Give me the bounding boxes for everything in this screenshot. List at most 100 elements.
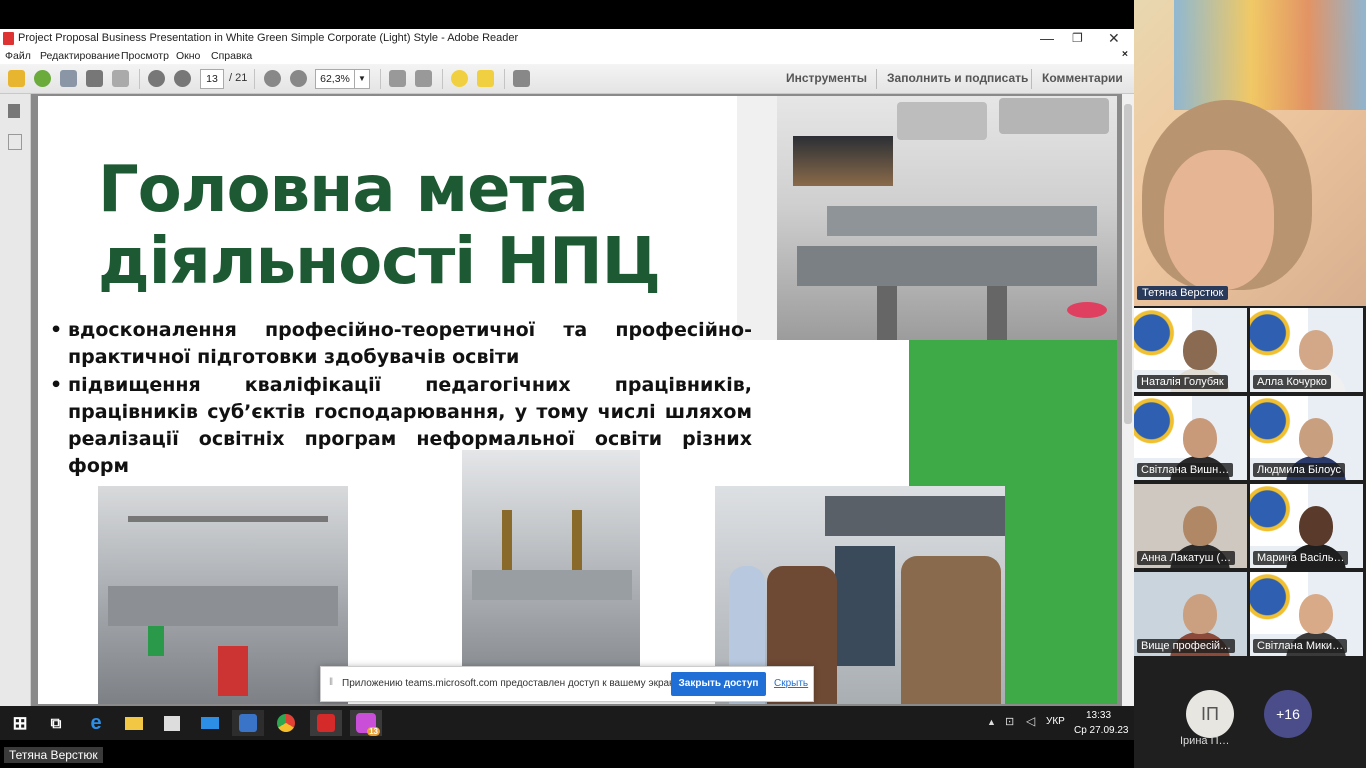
windows-start-icon[interactable]: ⊞ [4,710,36,736]
comments-button[interactable]: Комментарии [1042,71,1123,85]
organization-logo-icon [1134,396,1192,458]
participant-name: Вище професій… [1137,639,1236,653]
chrome-icon[interactable] [270,710,302,736]
organization-logo-icon [1250,484,1308,546]
store-icon[interactable] [156,710,188,736]
participant-face [1183,506,1217,546]
zoom-out-icon[interactable] [264,70,281,87]
heading-line-1: Головна мета [98,153,589,227]
more-participants-button[interactable]: +16 [1264,690,1312,738]
restore-icon[interactable]: ❐ [1072,31,1083,45]
task-view-icon[interactable]: ⧉ [40,710,72,736]
organization-logo-icon [1250,396,1308,458]
prev-page-icon[interactable] [148,70,165,87]
hide-banner-link[interactable]: Скрыть [774,678,808,689]
kitchen-photo-top [737,96,1117,340]
volume-icon[interactable]: ◁ [1026,714,1035,728]
heading-line-2: діяльності НПЦ [98,225,661,299]
share-message: Приложению teams.microsoft.com предостав… [342,678,682,689]
participant-name: Світлана Вишн… [1137,463,1234,477]
participant-tile[interactable]: Марина Васіль… [1250,484,1363,568]
edge-icon[interactable]: e [80,710,112,736]
highlight-icon[interactable] [477,70,494,87]
mail-icon[interactable] [194,710,226,736]
organization-logo-icon [1250,308,1308,370]
participant-avatar[interactable]: ІП [1186,690,1234,738]
participant-name: Марина Васіль… [1253,551,1349,565]
fit-page-icon[interactable] [389,70,406,87]
participant-tile[interactable]: Анна Лакатуш (… [1134,484,1247,568]
clock-time[interactable]: 13:33 [1086,710,1111,721]
app-w-icon[interactable] [232,710,264,736]
zoom-dropdown-icon[interactable]: ▼ [354,69,370,89]
windows-taskbar: ⊞ ⧉ e 13 ▲ ⊡ ◁ УКР 13:33 Ср 27.09.23 [0,706,1134,740]
slide-page: Головна мета діяльності НПЦ вдосконаленн… [38,96,1117,704]
zoom-in-icon[interactable] [290,70,307,87]
menu-help[interactable]: Справка [211,50,252,62]
menu-view[interactable]: Просмотр [121,50,169,62]
print-icon[interactable] [86,70,103,87]
participant-tile[interactable]: Світлана Вишн… [1134,396,1247,480]
next-page-icon[interactable] [174,70,191,87]
save-icon[interactable] [60,70,77,87]
participant-face [1183,418,1217,458]
participant-name: Алла Кочурко [1253,375,1331,389]
participant-face [1299,506,1333,546]
attachments-icon[interactable] [8,134,22,150]
teams-badge: 13 [367,727,380,736]
tools-button[interactable]: Инструменты [786,71,867,85]
screen-share-banner: ‖ Приложению teams.microsoft.com предост… [320,666,814,702]
slide-heading: Головна мета діяльності НПЦ [98,153,661,299]
close-doc-icon[interactable]: × [1122,48,1128,60]
fit-width-icon[interactable] [415,70,432,87]
bullet-item-2: підвищення кваліфікації педагогічних пра… [50,372,752,480]
menu-window[interactable]: Окно [176,50,200,62]
presenter-video: Тетяна Верстюк [1134,0,1366,306]
participant-tile[interactable]: Алла Кочурко [1250,308,1363,392]
stop-sharing-button[interactable]: Закрыть доступ [671,672,766,696]
toolbar: 13 / 21 62,3% ▼ Инструменты Заполнить и … [0,64,1134,94]
participant-tile[interactable]: Світлана Мики… [1250,572,1363,656]
menu-file[interactable]: Файл [5,50,31,62]
presenter-name: Тетяна Верстюк [1137,286,1229,300]
fill-sign-button[interactable]: Заполнить и подписать [887,71,1028,85]
show-hidden-icons-icon[interactable]: ▲ [987,717,996,727]
participant-name: Наталія Голубяк [1137,375,1228,389]
expand-icon[interactable] [513,70,530,87]
comment-icon[interactable] [451,70,468,87]
participant-tile[interactable]: Людмила Білоус [1250,396,1363,480]
vertical-scrollbar[interactable] [1122,94,1134,706]
open-icon[interactable] [8,70,25,87]
menu-edit[interactable]: Редактирование [40,50,120,62]
page-total: / 21 [229,72,248,84]
close-icon[interactable]: ✕ [1108,30,1120,47]
participant-face [1299,594,1333,634]
zoom-input[interactable]: 62,3% [315,69,355,89]
cloud-upload-icon[interactable] [34,70,51,87]
participant-name: Людмила Білоус [1253,463,1346,477]
page-number-input[interactable]: 13 [200,69,224,89]
participant-face [1299,418,1333,458]
navigation-pane [0,94,31,706]
adobe-pdf-icon [3,32,14,45]
participant-face [1183,330,1217,370]
bullet-item-1: вдосконалення професійно-теоретичної та … [50,317,752,371]
participant-tile[interactable]: Наталія Голубяк [1134,308,1247,392]
window-title: Project Proposal Business Presentation i… [18,32,519,44]
participant-tile[interactable]: Вище професій… [1134,572,1247,656]
file-explorer-icon[interactable] [118,710,150,736]
language-indicator[interactable]: УКР [1046,716,1065,727]
kitchen-photo-2 [462,450,640,666]
adobe-reader-taskbar-icon[interactable] [310,710,342,736]
drag-handle-icon[interactable]: ‖ [329,677,333,688]
network-icon[interactable]: ⊡ [1005,715,1014,728]
participant-name: Анна Лакатуш (… [1137,551,1236,565]
minimize-icon[interactable]: — [1040,30,1054,46]
clock-date[interactable]: Ср 27.09.23 [1074,725,1129,736]
teams-taskbar-icon[interactable]: 13 [350,710,382,736]
organization-logo-icon [1250,572,1308,634]
participant-name: Світлана Мики… [1253,639,1348,653]
participant-avatar-name: Ірина П… [1180,735,1230,747]
pages-icon[interactable] [8,104,20,118]
email-icon[interactable] [112,70,129,87]
